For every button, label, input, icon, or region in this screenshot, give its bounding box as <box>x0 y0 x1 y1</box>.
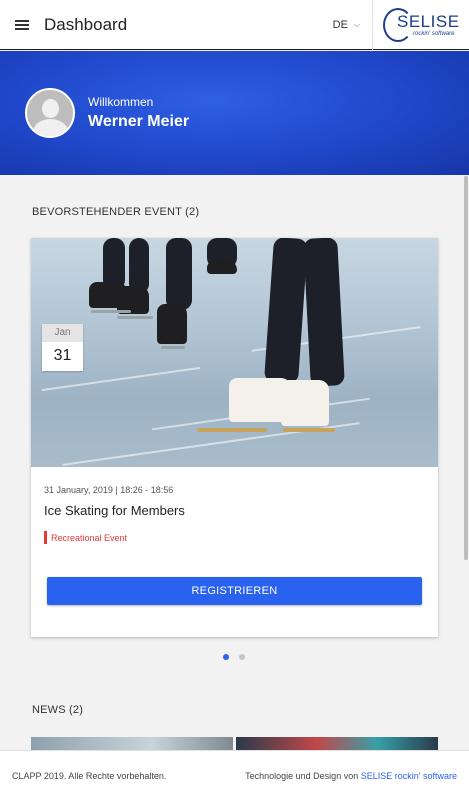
chevron-down-icon: ⌵ <box>353 19 360 29</box>
events-section-title: BEVORSTEHENDER EVENT (2) <box>32 206 200 218</box>
carousel-pager <box>223 654 245 660</box>
event-category-label: Recreational Event <box>51 532 128 543</box>
news-thumbnail[interactable] <box>31 737 233 750</box>
language-label: DE <box>332 18 348 31</box>
welcome-label: Willkommen <box>88 95 154 109</box>
event-title[interactable]: Ice Skating for Members <box>44 503 426 518</box>
event-datetime: 31 January, 2019 | 18:26 - 18:56 <box>44 485 174 495</box>
hamburger-menu-icon[interactable] <box>0 0 44 50</box>
event-category-tag: Recreational Event <box>44 531 426 544</box>
event-day: 31 <box>53 347 72 364</box>
logo-name: SELISE <box>397 11 460 31</box>
news-carousel[interactable] <box>31 737 438 750</box>
register-button[interactable]: REGISTRIEREN <box>47 577 422 605</box>
scrollbar[interactable] <box>464 176 468 560</box>
footer-credit: Technologie und Design von SELISE rockin… <box>245 771 457 781</box>
footer: CLAPP 2019. Alle Rechte vorbehalten. Tec… <box>0 750 469 800</box>
pager-dot-2[interactable] <box>239 654 245 660</box>
dashboard-content[interactable]: BEVORSTEHENDER EVENT (2) Jan 31 31 Janua… <box>0 176 469 750</box>
welcome-banner: Willkommen Werner Meier <box>0 51 469 175</box>
news-thumbnail[interactable] <box>236 737 438 750</box>
event-date-badge: Jan 31 <box>42 324 83 371</box>
tag-indicator <box>44 531 47 544</box>
user-avatar-icon[interactable] <box>25 88 75 138</box>
event-month: Jan <box>42 324 83 342</box>
footer-credit-link[interactable]: SELISE rockin' software <box>361 771 457 781</box>
logo-tagline: rockin' software <box>413 30 455 37</box>
event-image: Jan 31 <box>31 238 438 467</box>
pager-dot-1[interactable] <box>223 654 229 660</box>
language-selector[interactable]: DE ⌵ <box>321 0 373 50</box>
footer-credit-prefix: Technologie und Design von <box>245 770 359 781</box>
page-title: Dashboard <box>44 14 128 34</box>
user-name: Werner Meier <box>88 113 190 130</box>
footer-copyright: CLAPP 2019. Alle Rechte vorbehalten. <box>12 770 167 781</box>
selise-logo: SELISE rockin' software <box>373 0 469 50</box>
news-section-title: NEWS (2) <box>32 704 84 716</box>
app-bar: Dashboard DE ⌵ SELISE rockin' software <box>0 0 469 50</box>
event-card[interactable]: Jan 31 31 January, 2019 | 18:26 - 18:56 … <box>31 238 438 637</box>
